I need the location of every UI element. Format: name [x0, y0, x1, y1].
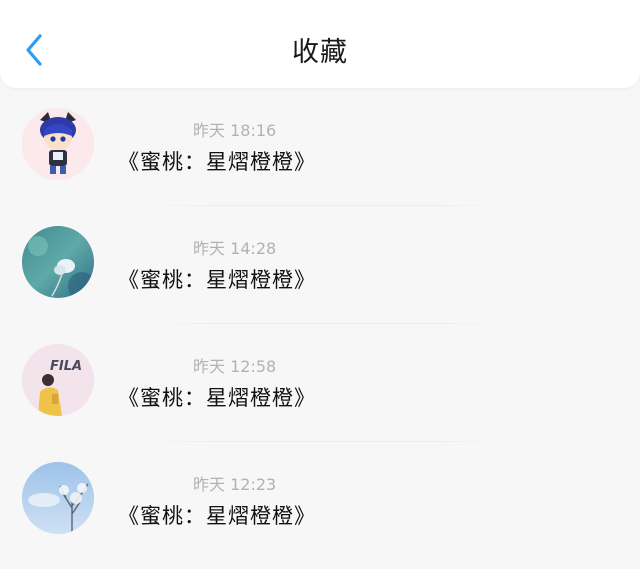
list-item[interactable]: FILA 昨天 12:58 《蜜桃：星熠橙橙》 — [0, 324, 640, 442]
timestamp: 昨天 12:23 — [193, 475, 277, 494]
nickname — [116, 356, 186, 374]
favorites-list: 昨天 18:16 《蜜桃：星熠橙橙》 昨天 14:28 《蜜桃：星熠橙橙》 FI… — [0, 88, 640, 560]
favorite-content: 《蜜桃：星熠橙橙》 — [118, 386, 316, 410]
cartoon-cat-boy-avatar — [22, 108, 94, 180]
timestamp: 昨天 18:16 — [193, 121, 277, 140]
avatar[interactable] — [22, 462, 94, 534]
list-item[interactable]: 昨天 12:23 《蜜桃：星熠橙橙》 — [0, 442, 640, 560]
nickname — [116, 120, 186, 138]
flower-photo-avatar — [22, 226, 94, 298]
fila-person-avatar: FILA — [22, 344, 94, 416]
list-item[interactable]: 昨天 18:16 《蜜桃：星熠橙橙》 — [0, 88, 640, 206]
avatar[interactable] — [22, 226, 94, 298]
top-nav-bar: 收藏 — [0, 0, 640, 88]
favorite-content: 《蜜桃：星熠橙橙》 — [118, 268, 316, 292]
avatar[interactable] — [22, 108, 94, 180]
avatar[interactable]: FILA — [22, 344, 94, 416]
sky-tree-avatar — [22, 462, 94, 534]
favorite-content: 《蜜桃：星熠橙橙》 — [118, 504, 316, 528]
page-title: 收藏 — [292, 37, 348, 68]
nickname — [116, 238, 186, 256]
favorite-content: 《蜜桃：星熠橙橙》 — [118, 150, 316, 174]
timestamp: 昨天 14:28 — [193, 239, 277, 258]
list-item[interactable]: 昨天 14:28 《蜜桃：星熠橙橙》 — [0, 206, 640, 324]
svg-text:FILA: FILA — [50, 359, 82, 374]
nickname — [116, 474, 186, 492]
timestamp: 昨天 12:58 — [193, 357, 277, 376]
